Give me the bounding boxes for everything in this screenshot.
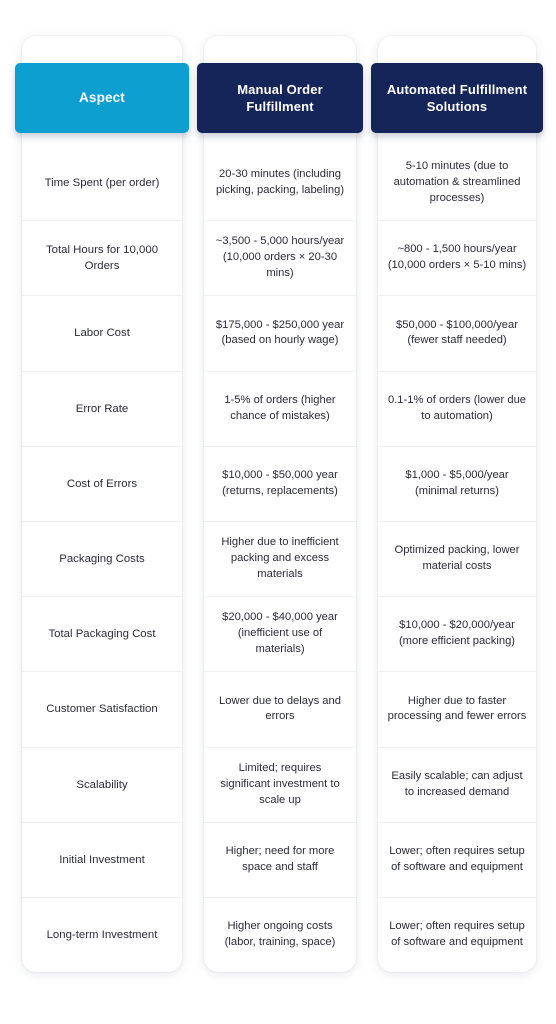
aspect-header-title: Aspect <box>79 90 125 106</box>
table-cell-automated: $10,000 - $20,000/year (more efficient p… <box>378 596 536 671</box>
cell-text: Initial Investment <box>59 853 145 866</box>
table-cell-automated: Lower; often requires setup of software … <box>378 821 536 897</box>
cell-text: Limited; requires significant investment… <box>220 761 340 806</box>
cell-text: 1-5% of orders (higher chance of mistake… <box>224 393 336 422</box>
column-manual-order-fulfillment: Manual Order Fulfillment 20-30 minutes (… <box>197 36 363 972</box>
table-cell-manual: $10,000 - $50,000 year (returns, replace… <box>204 445 356 521</box>
cell-text: Time Spent (per order) <box>44 177 160 189</box>
comparison-columns: Aspect Time Spent (per order) Total Hour… <box>15 36 543 972</box>
manual-cells: 20-30 minutes (including picking, packin… <box>204 146 356 972</box>
table-cell-manual: $20,000 - $40,000 year (inefficient use … <box>204 596 356 671</box>
cell-text: $20,000 - $40,000 year (inefficient use … <box>222 611 338 656</box>
table-cell-automated: 0.1-1% of orders (lower due to automatio… <box>378 370 536 446</box>
table-cell-aspect: Total Hours for 10,000 Orders <box>22 220 182 295</box>
cell-text: Optimized packing, lower material costs <box>394 544 520 573</box>
cell-text: Scalability <box>76 778 128 791</box>
manual-header-slot: Manual Order Fulfillment <box>197 36 363 146</box>
cell-text: Long-term Investment <box>46 928 158 941</box>
cell-text: $10,000 - $50,000 year (returns, replace… <box>222 468 338 497</box>
table-cell-manual: Lower due to delays and errors <box>204 671 356 746</box>
automated-header-ribbon: Automated Fulfillment Solutions <box>371 63 543 133</box>
cell-text: Easily scalable; can adjust to increased… <box>391 769 523 798</box>
cell-text: Labor Cost <box>74 327 130 340</box>
table-cell-manual: Higher due to inefficient packing and ex… <box>204 520 356 596</box>
table-cell-aspect: Long-term Investment <box>22 896 182 972</box>
table-cell-manual: Higher; need for more space and staff <box>204 821 356 897</box>
table-cell-automated: Lower; often requires setup of software … <box>378 896 536 972</box>
table-cell-automated: Higher due to faster processing and fewe… <box>378 671 536 746</box>
manual-header-ribbon: Manual Order Fulfillment <box>197 63 363 133</box>
cell-text: Packaging Costs <box>59 552 145 565</box>
cell-text: ~800 - 1,500 hours/year (10,000 orders ×… <box>387 243 527 272</box>
column-automated-fulfillment-solutions: Automated Fulfillment Solutions 5-10 min… <box>371 36 543 972</box>
table-cell-manual: 1-5% of orders (higher chance of mistake… <box>204 370 356 446</box>
table-cell-automated: $1,000 - $5,000/year (minimal returns) <box>378 445 536 521</box>
cell-text: $50,000 - $100,000/year (fewer staff nee… <box>396 318 518 347</box>
automated-header-title: Automated Fulfillment Solutions <box>386 81 528 114</box>
cell-text: $175,000 - $250,000 year (based on hourl… <box>215 318 345 347</box>
table-cell-manual: Higher ongoing costs (labor, training, s… <box>204 896 356 972</box>
aspect-header-slot: Aspect <box>15 36 189 146</box>
automated-header-slot: Automated Fulfillment Solutions <box>371 36 543 146</box>
table-cell-aspect: Labor Cost <box>22 295 182 370</box>
aspect-cells: Time Spent (per order) Total Hours for 1… <box>22 146 182 972</box>
cell-text: Higher due to inefficient packing and ex… <box>221 536 339 580</box>
cell-text: $1,000 - $5,000/year (minimal returns) <box>405 468 509 497</box>
cell-text: Lower; often requires setup of software … <box>389 844 525 873</box>
cell-text: 20-30 minutes (including picking, packin… <box>215 168 345 197</box>
table-cell-aspect: Packaging Costs <box>22 520 182 596</box>
table-cell-aspect: Customer Satisfaction <box>22 671 182 746</box>
table-cell-aspect: Error Rate <box>22 370 182 446</box>
column-aspect: Aspect Time Spent (per order) Total Hour… <box>15 36 189 972</box>
cell-text: Higher ongoing costs (labor, training, s… <box>224 920 336 948</box>
cell-text: Total Packaging Cost <box>48 628 156 641</box>
automated-cells: 5-10 minutes (due to automation & stream… <box>378 146 536 972</box>
table-cell-manual: Limited; requires significant investment… <box>204 746 356 822</box>
table-cell-aspect: Total Packaging Cost <box>22 596 182 671</box>
cell-text: 5-10 minutes (due to automation & stream… <box>393 160 521 205</box>
table-cell-aspect: Initial Investment <box>22 821 182 897</box>
table-cell-automated: 5-10 minutes (due to automation & stream… <box>378 146 536 220</box>
cell-text: Higher; need for more space and staff <box>225 844 335 873</box>
manual-header-title: Manual Order Fulfillment <box>237 81 323 114</box>
cell-text: Customer Satisfaction <box>46 703 158 716</box>
table-cell-aspect: Time Spent (per order) <box>22 146 182 220</box>
table-cell-automated: ~800 - 1,500 hours/year (10,000 orders ×… <box>378 220 536 295</box>
cell-text: ~3,500 - 5,000 hours/year (10,000 orders… <box>215 235 345 280</box>
aspect-header-ribbon: Aspect <box>15 63 189 133</box>
comparison-table: Aspect Time Spent (per order) Total Hour… <box>0 0 556 1024</box>
cell-text: Cost of Errors <box>66 477 138 490</box>
cell-text: $10,000 - $20,000/year (more efficient p… <box>398 619 516 648</box>
table-cell-aspect: Cost of Errors <box>22 445 182 521</box>
table-cell-manual: $175,000 - $250,000 year (based on hourl… <box>204 295 356 370</box>
cell-text: 0.1-1% of orders (lower due to automatio… <box>387 393 527 422</box>
table-cell-manual: ~3,500 - 5,000 hours/year (10,000 orders… <box>204 220 356 295</box>
table-cell-automated: Optimized packing, lower material costs <box>378 520 536 596</box>
cell-text: Total Hours for 10,000 Orders <box>45 244 159 273</box>
cell-text: Error Rate <box>75 402 129 415</box>
table-cell-automated: Easily scalable; can adjust to increased… <box>378 746 536 822</box>
table-cell-aspect: Scalability <box>22 746 182 822</box>
table-cell-automated: $50,000 - $100,000/year (fewer staff nee… <box>378 295 536 370</box>
table-cell-manual: 20-30 minutes (including picking, packin… <box>204 146 356 220</box>
cell-text: Lower due to delays and errors <box>219 694 341 723</box>
cell-text: Lower; often requires setup of software … <box>389 920 525 948</box>
cell-text: Higher due to faster processing and fewe… <box>387 694 527 723</box>
